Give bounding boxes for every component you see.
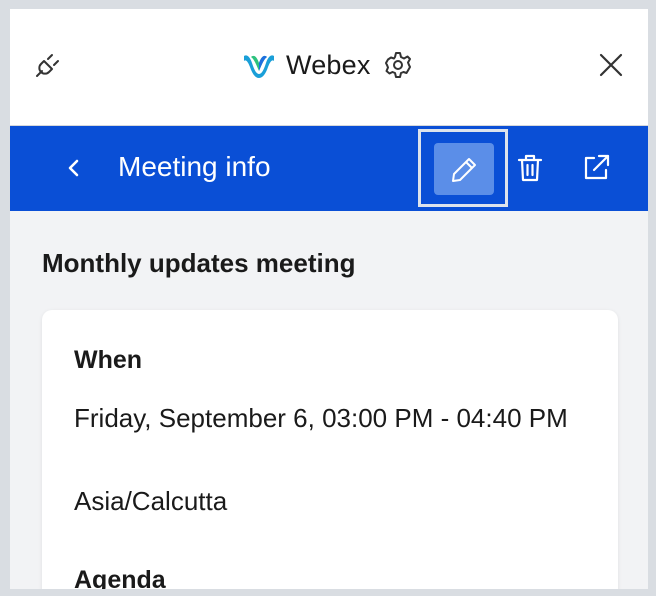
close-icon[interactable]	[598, 52, 624, 78]
app-name: Webex	[286, 49, 371, 80]
page-title: Meeting info	[118, 151, 271, 182]
webex-panel: Webex Meeting info Monthly updates meeti…	[10, 9, 648, 589]
top-bar: Webex	[10, 9, 648, 126]
trash-icon[interactable]	[516, 153, 544, 183]
brand: Webex	[242, 47, 413, 83]
gear-icon[interactable]	[383, 50, 413, 80]
back-chevron-icon[interactable]	[62, 156, 86, 180]
edit-button[interactable]	[434, 143, 494, 195]
plug-icon[interactable]	[32, 49, 64, 81]
external-link-icon[interactable]	[580, 152, 612, 184]
meeting-name: Monthly updates meeting	[42, 248, 356, 278]
when-text: Friday, September 6, 03:00 PM - 04:40 PM	[74, 403, 568, 433]
pencil-icon	[452, 158, 476, 182]
agenda-label: Agenda	[74, 566, 166, 589]
meeting-details-card: When Friday, September 6, 03:00 PM - 04:…	[42, 310, 618, 589]
when-label: When	[74, 346, 143, 374]
webex-logo	[244, 55, 274, 78]
meeting-info-bar: Meeting info	[10, 126, 648, 211]
timezone-text: Asia/Calcutta	[74, 486, 228, 516]
